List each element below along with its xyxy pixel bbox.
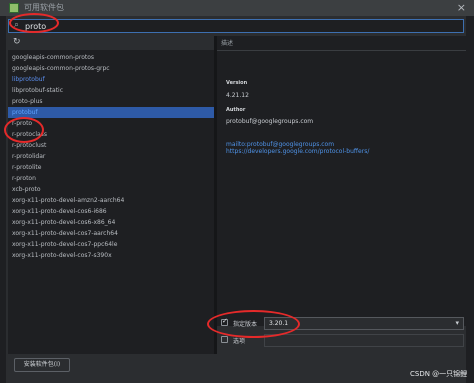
list-toolbar: ↻	[8, 36, 214, 49]
annotation-search-circle	[9, 13, 59, 33]
list-item[interactable]: libprotobuf	[8, 74, 214, 85]
package-list[interactable]: googleapis-common-protos googleapis-commo…	[8, 50, 214, 354]
chevron-down-icon: ▾	[455, 319, 459, 327]
list-item[interactable]: r-proton	[8, 173, 214, 184]
author-label: Author	[226, 107, 246, 113]
list-item[interactable]: xorg-x11-proto-devel-cos7-ppc64le	[8, 239, 214, 250]
version-value: 4.21.12	[226, 92, 249, 99]
divider	[217, 50, 466, 51]
list-item[interactable]: proto-plus	[8, 96, 214, 107]
refresh-icon[interactable]: ↻	[13, 37, 21, 47]
version-label: Version	[226, 80, 248, 86]
watermark: CSDN @一只锦鲤	[410, 370, 468, 378]
annotation-version-circle	[207, 310, 300, 338]
background-right	[466, 16, 474, 383]
description-panel: 描述 Version 4.21.12 Author protobuf@googl…	[217, 36, 466, 326]
title-bar: 可用软件包 ×	[0, 0, 474, 16]
list-item[interactable]: r-protolidar	[8, 151, 214, 162]
author-value: protobuf@googlegroups.com	[226, 118, 314, 125]
list-item[interactable]: xcb-proto	[8, 184, 214, 195]
list-item[interactable]: xorg-x11-proto-devel-cos7-aarch64	[8, 228, 214, 239]
annotation-package-circle	[4, 117, 44, 143]
mailto-link[interactable]: mailto:protobuf@googlegroups.com	[226, 141, 334, 148]
options-checkbox[interactable]	[221, 336, 228, 343]
search-box[interactable]: ⌕	[8, 19, 464, 33]
list-item[interactable]: xorg-x11-proto-devel-cos6-x86_64	[8, 217, 214, 228]
options-field[interactable]	[264, 334, 464, 347]
list-item[interactable]: libprotobuf-static	[8, 85, 214, 96]
list-item[interactable]: xorg-x11-proto-devel-amzn2-aarch64	[8, 195, 214, 206]
list-item[interactable]: xorg-x11-proto-devel-cos7-s390x	[8, 250, 214, 261]
window-title: 可用软件包	[24, 3, 64, 12]
search-input[interactable]	[25, 21, 455, 32]
app-logo-icon	[9, 3, 19, 13]
list-item[interactable]: googleapis-common-protos	[8, 52, 214, 63]
install-package-button[interactable]: 安装软件包(I)	[14, 358, 70, 372]
list-item[interactable]: googleapis-common-protos-grpc	[8, 63, 214, 74]
list-item-selected[interactable]: protobuf	[8, 107, 214, 118]
close-button[interactable]: ×	[457, 1, 466, 14]
description-heading: 描述	[221, 40, 234, 47]
list-item[interactable]: xorg-x11-proto-devel-cos6-i686	[8, 206, 214, 217]
list-item[interactable]: r-protoclust	[8, 140, 214, 151]
website-link[interactable]: https://developers.google.com/protocol-b…	[226, 148, 369, 155]
list-item[interactable]: r-protolite	[8, 162, 214, 173]
